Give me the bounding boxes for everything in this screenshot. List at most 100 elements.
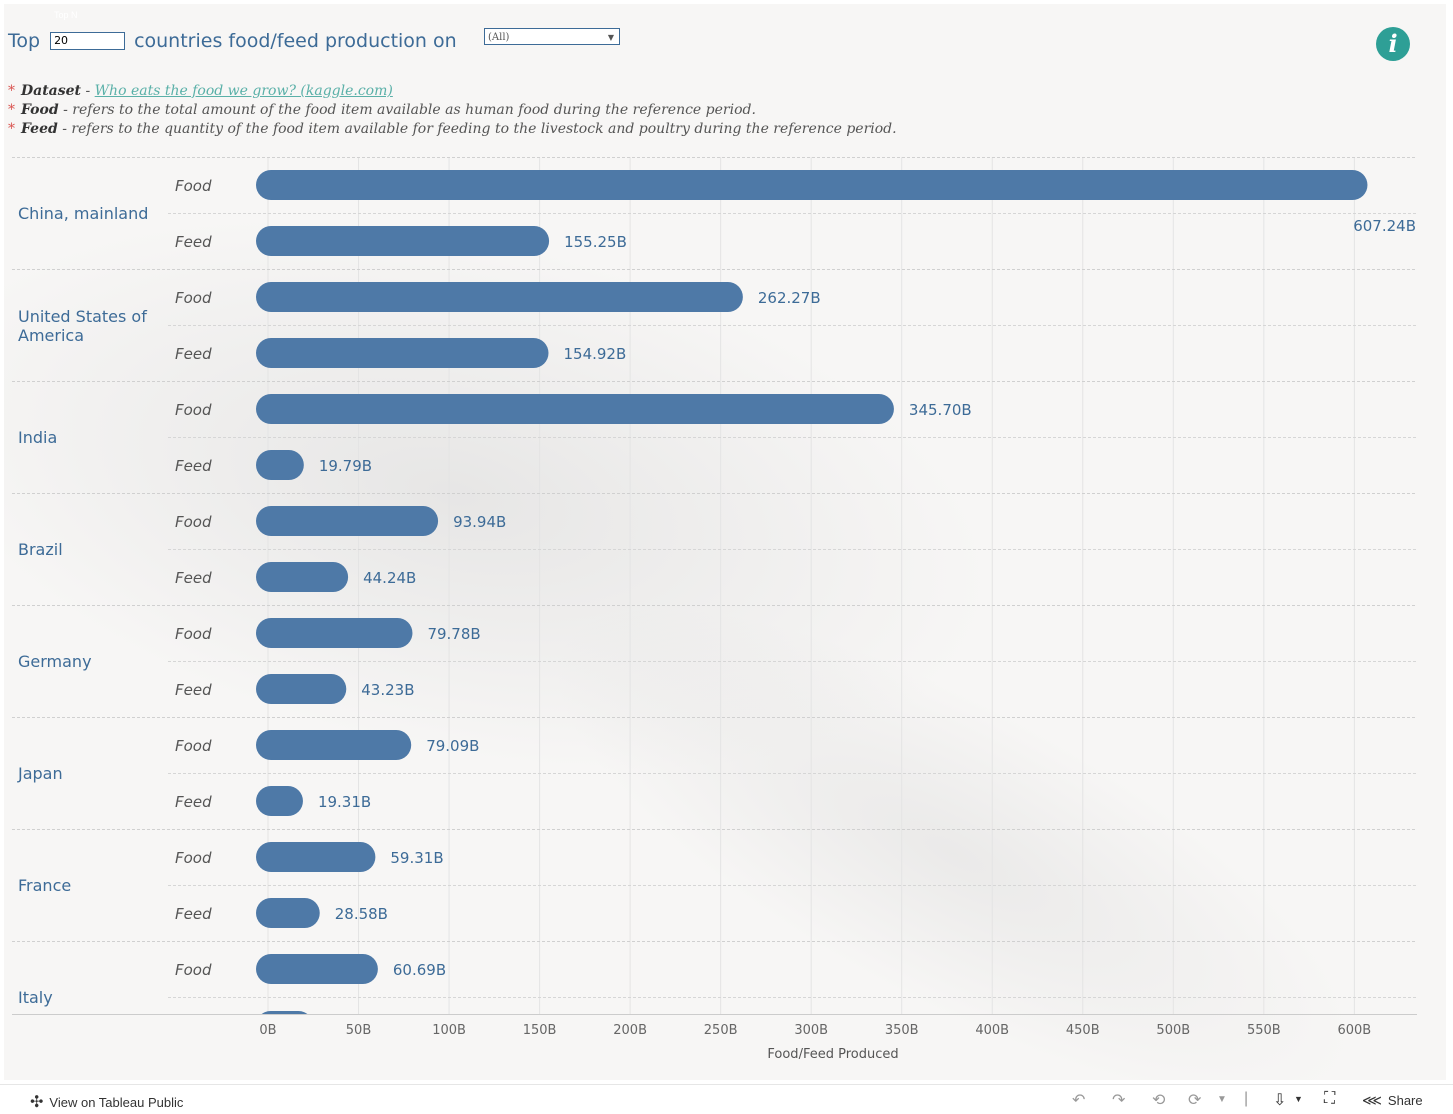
- row-food-label: Food: [175, 849, 212, 867]
- row-feed-label: Feed: [175, 793, 212, 811]
- share-label: Share: [1387, 1093, 1423, 1108]
- row-feed-label: Feed: [175, 457, 212, 475]
- bar-value-label: 44.24B: [363, 569, 416, 587]
- row-food-label: Food: [175, 961, 212, 979]
- bar-feed: [256, 450, 304, 480]
- chevron-down-icon: ▼: [607, 33, 614, 42]
- note-text: refers to the quantity of the food item …: [71, 121, 897, 137]
- x-tick-label: 550B: [1247, 1023, 1281, 1038]
- divider: |: [1244, 1090, 1249, 1107]
- bar-feed: [256, 562, 349, 592]
- dataset-link[interactable]: Who eats the food we grow? (kaggle.com): [95, 83, 393, 99]
- row-food-label: Food: [175, 625, 212, 643]
- bar-value-label: 607.24B: [1353, 217, 1416, 235]
- x-tick-label: 400B: [975, 1023, 1009, 1038]
- category-label: China, mainland: [18, 204, 148, 223]
- bar-food: [256, 282, 743, 312]
- row-feed-label: Feed: [175, 233, 212, 251]
- chevron-down-icon[interactable]: ▼: [1217, 1094, 1227, 1105]
- chevron-down-icon[interactable]: ▼: [1294, 1094, 1303, 1104]
- row-food-label: Food: [175, 513, 212, 531]
- category-label: Japan: [17, 764, 63, 783]
- x-axis-title: Food/Feed Produced: [767, 1047, 898, 1062]
- note-dataset: * Dataset - Who eats the food we grow? (k…: [8, 83, 393, 99]
- note-term: Food: [21, 102, 59, 118]
- bar-feed: [256, 338, 549, 368]
- note-text: refers to the total amount of the food i…: [72, 102, 756, 118]
- row-feed-label: Feed: [175, 345, 212, 363]
- view-on-tableau-link[interactable]: ✣ View on Tableau Public: [30, 1092, 183, 1112]
- bar-value-label: 79.78B: [427, 625, 480, 643]
- asterisk-icon: *: [8, 121, 15, 137]
- chart-pane: China, mainland Food 607.24B Feed 155.25B Uni…: [12, 157, 1417, 1035]
- row-feed-label: Feed: [175, 569, 212, 587]
- bar-value-label: 19.31B: [318, 793, 371, 811]
- bar-food: [256, 394, 894, 424]
- category-label: Brazil: [18, 540, 63, 559]
- note-term: Dataset: [21, 83, 82, 99]
- redo-icon[interactable]: ↷: [1112, 1090, 1125, 1110]
- category-label: France: [18, 876, 71, 895]
- refresh-icon[interactable]: ⟳: [1188, 1090, 1201, 1110]
- bar-food: [256, 842, 376, 872]
- download-icon[interactable]: ⇩: [1273, 1090, 1286, 1110]
- bar-food: [256, 170, 1368, 200]
- bar-feed: [256, 786, 303, 816]
- x-tick-label: 200B: [613, 1023, 647, 1038]
- revert-icon[interactable]: ⟲: [1152, 1090, 1165, 1110]
- row-food-label: Food: [175, 401, 212, 419]
- note-feed: * Feed - refers to the quantity of the fo…: [8, 121, 897, 137]
- row-feed-label: Feed: [175, 1017, 212, 1035]
- category-label-line: Brazil: [18, 540, 63, 559]
- production-filter-dropdown[interactable]: (All) ▼: [484, 28, 620, 45]
- info-icon[interactable]: i: [1376, 27, 1410, 61]
- category-label-line: India: [18, 428, 57, 447]
- definitions-notes: * Dataset - Who eats the food we grow? (k…: [8, 82, 897, 139]
- category-label-line: China, mainland: [18, 204, 148, 223]
- x-tick-label: 450B: [1066, 1023, 1100, 1038]
- row-food-label: Food: [175, 289, 212, 307]
- bar-value-label: 154.92B: [563, 345, 626, 363]
- bar-value-label: 345.70B: [909, 401, 972, 419]
- share-button[interactable]: ⋘ Share: [1362, 1092, 1423, 1109]
- share-icon: ⋘: [1362, 1092, 1382, 1108]
- x-tick-label: 100B: [432, 1023, 466, 1038]
- bar-value-label: 60.69B: [393, 961, 446, 979]
- bar-value-label: 93.94B: [453, 513, 506, 531]
- bar-feed: [256, 674, 347, 704]
- category-label-line: Germany: [18, 652, 92, 671]
- view-on-tableau-label: View on Tableau Public: [49, 1094, 184, 1110]
- bar-value-label: 19.79B: [319, 457, 372, 475]
- asterisk-icon: *: [8, 83, 15, 99]
- bar-food: [256, 730, 412, 760]
- undo-icon[interactable]: ↶: [1072, 1090, 1085, 1110]
- bar-value-label: 43.23B: [361, 681, 414, 699]
- x-tick-label: 600B: [1337, 1023, 1371, 1038]
- bar-food: [256, 506, 439, 536]
- bar-value-label: 155.25B: [564, 233, 627, 251]
- asterisk-icon: *: [8, 102, 15, 118]
- note-term: Feed: [21, 121, 58, 137]
- category-label-line: France: [18, 876, 71, 895]
- tableau-toolbar: ✣ View on Tableau Public ↶ ↷ ⟲ ⟳ ▼ | ⇩ ▼…: [0, 1084, 1453, 1114]
- topn-input[interactable]: 20: [50, 32, 126, 50]
- x-tick-label: 150B: [523, 1023, 557, 1038]
- category-label-line: America: [18, 326, 84, 345]
- row-food-label: Food: [175, 737, 212, 755]
- bar-feed: [256, 226, 550, 256]
- category-label: United States of America: [18, 307, 147, 345]
- category-label-line: United States of: [18, 307, 147, 326]
- title-suffix: countries food/feed production on: [134, 30, 457, 52]
- category-label-line: Italy: [18, 988, 53, 1007]
- x-tick-label: 50B: [346, 1023, 371, 1038]
- fullscreen-icon[interactable]: ⛶: [1324, 1090, 1335, 1108]
- bar-feed: [256, 898, 320, 928]
- row-food-label: Food: [175, 177, 212, 195]
- tableau-logo-icon: ✣: [30, 1094, 44, 1111]
- bar-food: [256, 954, 378, 984]
- topn-parameter-label: Top N: [54, 10, 78, 20]
- bar-food: [256, 618, 413, 648]
- category-label: Italy: [18, 988, 53, 1007]
- x-tick-label: 350B: [885, 1023, 919, 1038]
- food-feed-bar-chart: China, mainland Food 607.24B Feed 155.25B Uni…: [12, 157, 1417, 1062]
